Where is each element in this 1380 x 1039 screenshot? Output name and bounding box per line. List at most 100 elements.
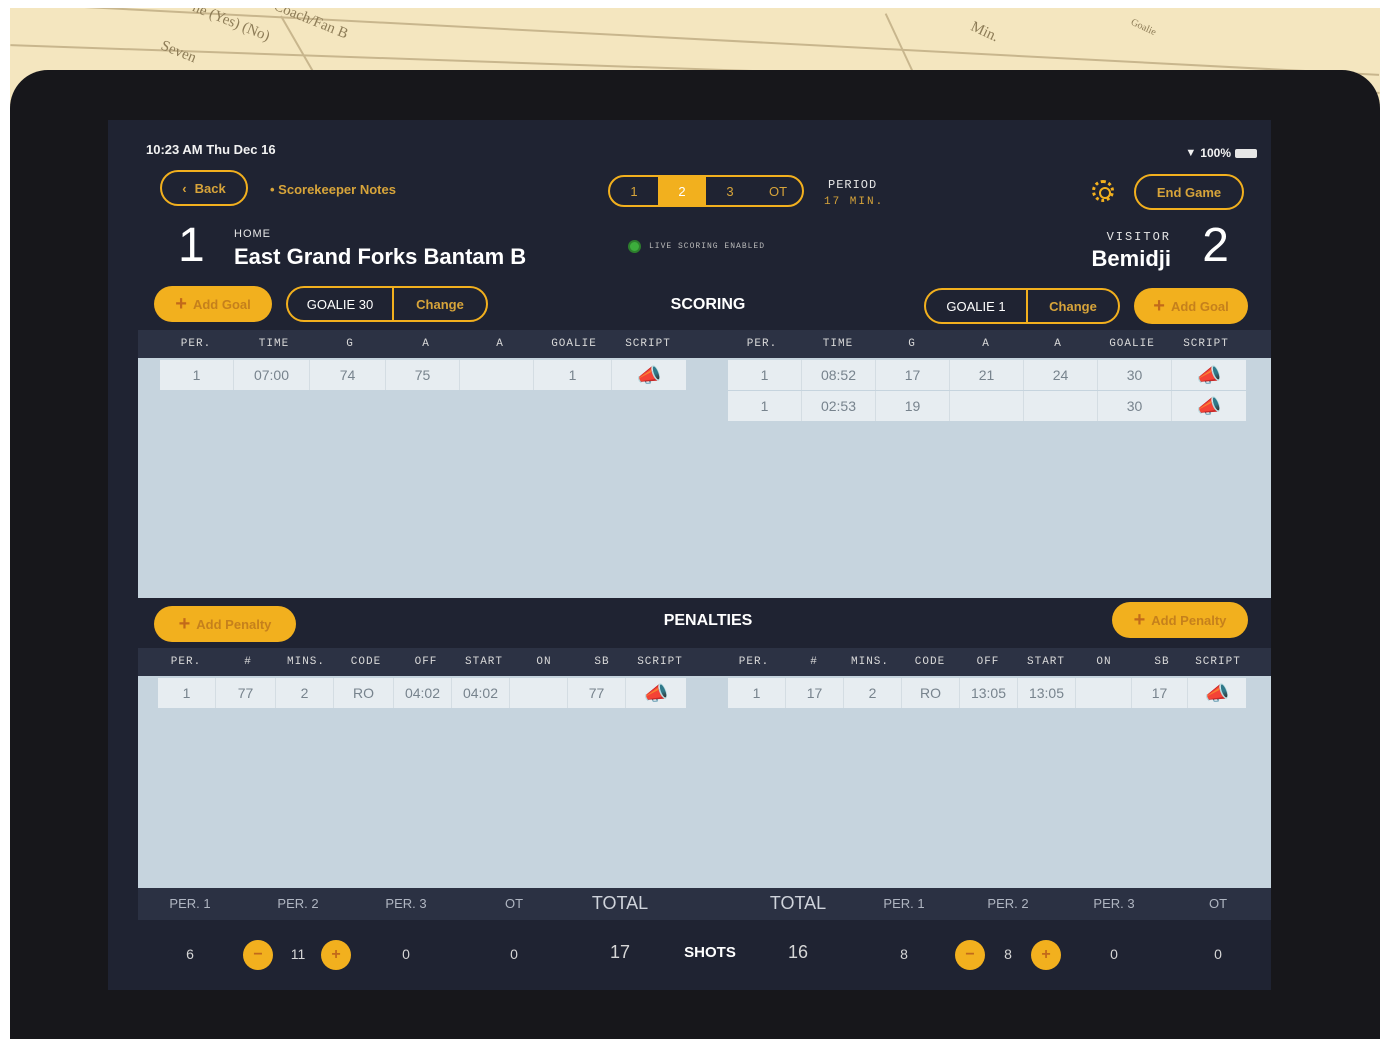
add-goal-label: Add Goal (192, 296, 251, 312)
penalty-served-by: 17 (1132, 678, 1188, 708)
shots-home-per2-label: PER. 2 (277, 896, 319, 911)
home-goalie-change-button[interactable]: Change (394, 288, 486, 320)
home-add-penalty-button[interactable]: + Add Penalty (154, 606, 296, 642)
penalty-off: 13:05 (960, 678, 1018, 708)
megaphone-icon[interactable]: 📣 (1172, 360, 1246, 390)
visitor-shots-increment-button[interactable]: + (1031, 940, 1061, 970)
battery-icon (1235, 148, 1257, 158)
penalty-minutes: 2 (276, 678, 334, 708)
table-row[interactable]: 1 08:52 17 21 24 30 📣 (728, 360, 1246, 390)
shots-visitor-ot: 0 (1214, 946, 1222, 962)
goal-assist-1: 21 (950, 360, 1024, 390)
col-header: PER. (180, 338, 212, 350)
back-button[interactable]: ‹ Back (160, 170, 248, 206)
col-header: PER. (170, 656, 202, 668)
live-scoring-status: LIVE SCORING ENABLED (628, 240, 765, 253)
goal-period: 1 (728, 360, 802, 390)
goal-goalie: 30 (1098, 360, 1172, 390)
scoring-panel: 1 07:00 74 75 1 📣 1 08:52 17 21 24 30 📣 … (138, 358, 1271, 598)
end-game-button[interactable]: End Game (1134, 174, 1244, 210)
megaphone-icon[interactable]: 📣 (1172, 391, 1246, 421)
shots-home-total-label: TOTAL (591, 893, 649, 913)
table-row[interactable]: 1 07:00 74 75 1 📣 (160, 360, 686, 390)
add-penalty-label: Add Penalty (1151, 612, 1227, 628)
period-3-tab[interactable]: 3 (706, 177, 754, 205)
visitor-add-goal-button[interactable]: + Add Goal (1134, 288, 1248, 324)
visitor-goalie-change-button[interactable]: Change (1028, 290, 1118, 322)
col-header: GOALIE (551, 338, 597, 350)
period-selector[interactable]: 1 2 3 OT (608, 175, 804, 207)
shots-home-per3: 0 (402, 946, 410, 962)
megaphone-icon[interactable]: 📣 (626, 678, 686, 708)
penalty-period: 1 (158, 678, 216, 708)
col-header: TIME (822, 338, 854, 350)
col-header: OFF (976, 656, 1000, 668)
col-header: SCRIPT (625, 338, 671, 350)
goal-time: 08:52 (802, 360, 876, 390)
shots-visitor-per1-label: PER. 1 (883, 896, 925, 911)
shots-visitor-ot-label: OT (1208, 896, 1228, 911)
live-scoring-text: LIVE SCORING ENABLED (649, 242, 766, 251)
table-row[interactable]: 1 77 2 RO 04:02 04:02 77 📣 (158, 678, 686, 708)
penalty-player: 17 (786, 678, 844, 708)
period-minutes: 17 MIN. (824, 196, 885, 208)
period-1-tab[interactable]: 1 (610, 177, 658, 205)
shots-label: SHOTS (684, 944, 736, 961)
col-header: SB (1154, 656, 1170, 668)
penalty-start: 04:02 (452, 678, 510, 708)
col-header: ON (536, 656, 552, 668)
visitor-shots-decrement-button[interactable]: − (955, 940, 985, 970)
goal-period: 1 (728, 391, 802, 421)
visitor-add-penalty-button[interactable]: + Add Penalty (1112, 602, 1248, 638)
add-penalty-label: Add Penalty (196, 616, 272, 632)
penalty-on (1076, 678, 1132, 708)
goal-period: 1 (160, 360, 234, 390)
gear-icon[interactable] (1092, 180, 1114, 202)
shots-home-total: 17 (609, 942, 631, 962)
penalty-player: 77 (216, 678, 276, 708)
penalties-panel: 1 77 2 RO 04:02 04:02 77 📣 1 17 2 RO 13:… (138, 676, 1271, 888)
plus-icon: + (175, 293, 187, 315)
penalty-served-by: 77 (568, 678, 626, 708)
col-header: A (496, 338, 504, 350)
home-shots-decrement-button[interactable]: − (243, 940, 273, 970)
col-header: START (464, 656, 504, 668)
home-goalie-control: GOALIE 30 Change (286, 286, 488, 322)
penalty-on (510, 678, 568, 708)
col-header: G (346, 338, 354, 350)
megaphone-icon[interactable]: 📣 (612, 360, 686, 390)
shots-home-ot: 0 (510, 946, 518, 962)
table-row[interactable]: 1 17 2 RO 13:05 13:05 17 📣 (728, 678, 1246, 708)
period-2-tab[interactable]: 2 (658, 177, 706, 205)
col-header: MINS. (850, 656, 890, 668)
table-row[interactable]: 1 02:53 19 30 📣 (728, 391, 1246, 421)
status-indicators: ▼ 100% (1185, 146, 1257, 160)
period-ot-tab[interactable]: OT (754, 177, 802, 205)
live-status-dot (628, 240, 641, 253)
period-label: PERIOD (828, 178, 878, 192)
goal-goalie: 30 (1098, 391, 1172, 421)
megaphone-icon[interactable]: 📣 (1188, 678, 1246, 708)
home-add-goal-button[interactable]: + Add Goal (154, 286, 272, 322)
col-header: OFF (414, 656, 438, 668)
goal-goalie: 1 (534, 360, 612, 390)
col-header: CODE (914, 656, 946, 668)
tablet-frame: 10:23 AM Thu Dec 16 ▼ 100% ‹ Back • Scor… (10, 70, 1380, 1039)
home-shots-increment-button[interactable]: + (321, 940, 351, 970)
home-tag: HOME (234, 228, 271, 240)
scoring-header-row: PER. TIME G A A GOALIE SCRIPT PER. TIME … (138, 330, 1271, 358)
goal-time: 07:00 (234, 360, 310, 390)
penalties-title: PENALTIES (663, 612, 753, 629)
status-time: 10:23 AM Thu Dec 16 (146, 142, 276, 157)
col-header: CODE (350, 656, 382, 668)
shots-home-per1: 6 (186, 946, 194, 962)
shots-visitor-total-label: TOTAL (769, 893, 827, 913)
chevron-left-icon: ‹ (182, 180, 187, 196)
home-score: 1 (178, 219, 205, 272)
col-header: # (810, 656, 818, 668)
col-header: # (244, 656, 252, 668)
scorekeeper-notes-link[interactable]: • Scorekeeper Notes (270, 182, 396, 197)
goal-assist-1 (950, 391, 1024, 421)
col-header: TIME (258, 338, 290, 350)
visitor-score: 2 (1202, 219, 1229, 272)
